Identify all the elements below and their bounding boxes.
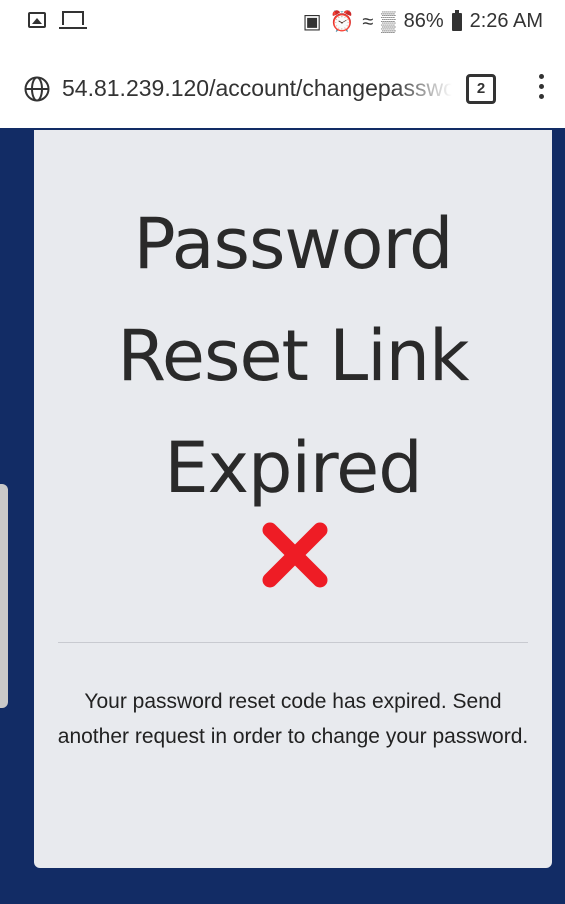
page-title: Password Reset Link Expired [34,188,552,524]
status-left-icons [28,11,87,29]
status-right: ▣ ⏰ ≈ ▒ 86% 2:26 AM [302,9,543,33]
globe-icon[interactable] [24,76,50,102]
expired-link-card: Password Reset Link Expired Your passwor… [34,130,552,868]
alarm-icon: ⏰ [329,10,355,33]
tab-switcher-button[interactable]: 2 [466,74,496,104]
signal-icon: ▒ [381,10,396,33]
image-icon [28,12,46,28]
title-line-2: Reset Link [117,315,469,397]
wifi-icon: ≈ [362,10,374,33]
nfc-icon: ▣ [302,10,322,33]
title-line-1: Password [133,203,454,285]
battery-percent: 86% [403,10,444,32]
status-bar: ▣ ⏰ ≈ ▒ 86% 2:26 AM [0,0,565,52]
browser-address-bar: 54.81.239.120/account/changepassword 2 [0,52,565,129]
page-background: Password Reset Link Expired Your passwor… [0,128,565,904]
edge-panel-handle[interactable] [0,484,8,708]
title-line-3: Expired [164,427,422,509]
error-x-icon [262,522,328,588]
more-options-icon[interactable] [536,74,546,106]
divider [58,642,528,643]
expired-message: Your password reset code has expired. Se… [57,690,529,748]
clock: 2:26 AM [469,10,543,32]
laptop-icon [59,11,87,29]
battery-icon [451,9,462,31]
url-field[interactable]: 54.81.239.120/account/changepassword [62,75,452,105]
